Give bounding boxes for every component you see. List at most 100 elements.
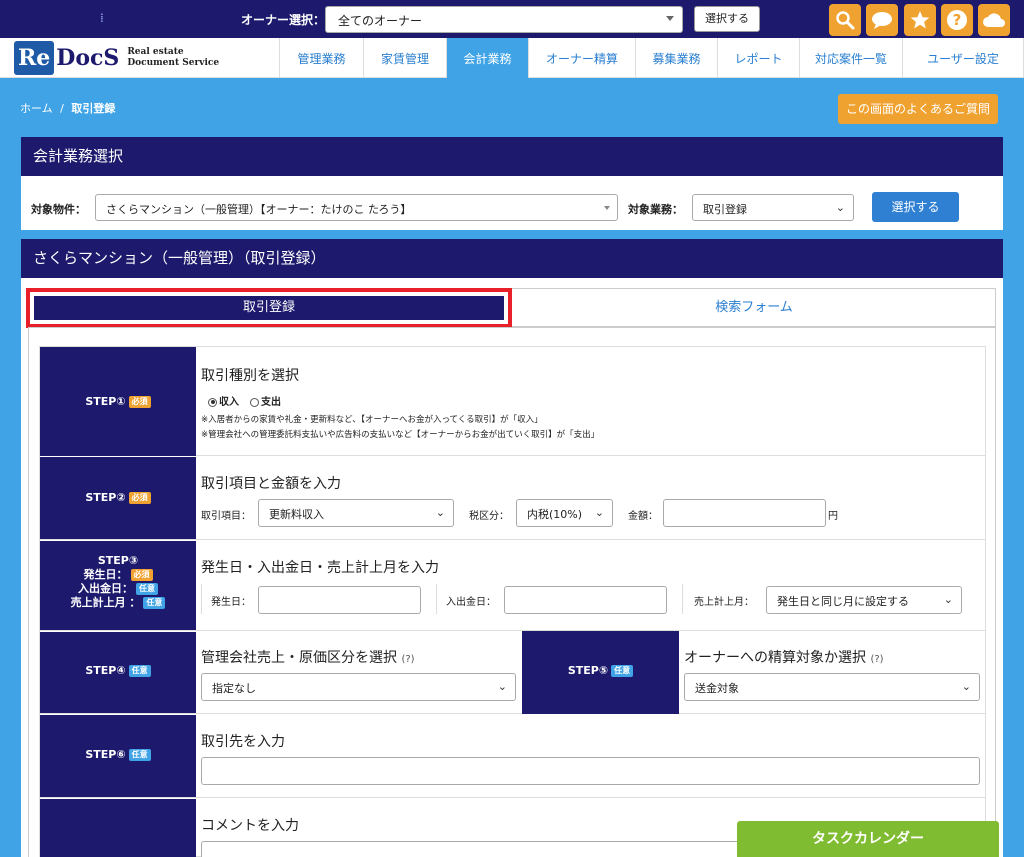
top-bar: ⁞ オーナー選択： 全てのオーナー 選択する ? <box>0 0 1024 38</box>
owner-select-button[interactable]: 選択する <box>694 6 760 32</box>
settlement-target-select[interactable]: 送金対象 ⌄ <box>684 673 980 701</box>
nav-item-report[interactable]: レポート <box>717 38 799 78</box>
item-select[interactable]: 更新料収入 ⌄ <box>258 499 454 527</box>
step4-help-hint[interactable]: (?) <box>401 654 414 665</box>
nav-item-management[interactable]: 管理業務 <box>279 38 363 78</box>
logo-sub-line1: Real estate <box>127 47 184 57</box>
step6-label: STEP⑥ 任意 <box>40 715 196 797</box>
radio-expense-dot[interactable] <box>250 397 259 407</box>
chevron-down-icon: ⌄ <box>943 593 953 606</box>
caret-down-icon <box>666 16 674 21</box>
cost-type-select[interactable]: 指定なし ⌄ <box>201 673 516 701</box>
top-bar-mark: ⁞ <box>100 11 104 25</box>
cloud-icon[interactable] <box>978 4 1010 36</box>
step5-label: STEP⑤ 任意 <box>522 631 679 714</box>
step2-title: 取引項目と金額を入力 <box>201 476 341 492</box>
required-badge: 必須 <box>128 492 151 504</box>
step5-help-hint[interactable]: (?) <box>870 654 883 665</box>
owner-select[interactable]: 全てのオーナー <box>325 6 683 33</box>
chevron-down-icon: ⌄ <box>594 506 604 519</box>
chevron-down-icon: ⌄ <box>497 680 507 693</box>
step6-label-text: STEP⑥ <box>85 748 126 761</box>
nav-item-cases[interactable]: 対応案件一覧 <box>799 38 902 78</box>
step3-sep <box>436 584 437 614</box>
date-input[interactable] <box>258 586 421 614</box>
step4-label: STEP④ 任意 <box>40 632 196 713</box>
task-label: 対象業務： <box>628 203 683 216</box>
tab-register-label: 取引登録 <box>34 296 504 320</box>
caret-down-icon <box>604 206 610 210</box>
task-calendar-button[interactable]: タスクカレンダー <box>737 821 999 857</box>
logo-re: Re <box>14 41 55 75</box>
chevron-down-icon: ⌄ <box>961 680 971 693</box>
breadcrumb-sep: / <box>60 102 64 115</box>
breadcrumb-home[interactable]: ホーム <box>20 102 53 115</box>
tax-label: 税区分： <box>469 511 509 522</box>
nav-bar: Re DocS Real estate Document Service 管理業… <box>0 38 1024 78</box>
item-select-value: 更新料収入 <box>269 508 324 521</box>
owner-select-value: 全てのオーナー <box>338 14 423 28</box>
step4-label-text: STEP④ <box>85 664 126 677</box>
step7-title: コメントを入力 <box>201 818 299 834</box>
tab-register[interactable]: 取引登録 <box>26 288 512 328</box>
nav-item-user-settings[interactable]: ユーザー設定 <box>902 38 1024 78</box>
optional-badge: 任意 <box>128 749 151 761</box>
step1-note-income: ※入居者からの家賃や礼金・更新料など、【オーナーへお金が入ってくる取引】が「収入… <box>201 415 543 425</box>
tax-select-value: 内税(10%) <box>527 508 583 521</box>
chat-icon[interactable] <box>866 4 898 36</box>
nav-item-rent[interactable]: 家賃管理 <box>363 38 446 78</box>
amount-unit: 円 <box>828 511 838 522</box>
amount-input[interactable] <box>663 499 826 527</box>
search-icon[interactable] <box>829 4 861 36</box>
step1-label: STEP① 必須 <box>40 347 196 456</box>
main-nav: 管理業務 家賃管理 会計業務 オーナー精算 募集業務 レポート 対応案件一覧 ユ… <box>279 38 1024 78</box>
tab-search-form[interactable]: 検索フォーム <box>512 289 996 327</box>
step1-title: 取引種別を選択 <box>201 368 299 384</box>
star-icon[interactable] <box>904 4 936 36</box>
radio-income-label: 収入 <box>219 397 239 408</box>
month-select-value: 発生日と同じ月に設定する <box>777 595 909 608</box>
amount-label: 金額： <box>628 511 658 522</box>
optional-badge: 任意 <box>611 665 634 677</box>
settlement-target-select-value: 送金対象 <box>695 682 739 695</box>
logo-subtitle: Real estate Document Service <box>127 47 219 69</box>
radio-expense[interactable]: 支出 <box>250 393 281 408</box>
tax-select[interactable]: 内税(10%) ⌄ <box>516 499 613 527</box>
date-label: 発生日： <box>211 597 251 608</box>
step2-label: STEP② 必須 <box>40 457 196 539</box>
step3-sub-date: 発生日： <box>83 568 128 581</box>
optional-badge: 任意 <box>143 597 166 609</box>
property-select[interactable]: さくらマンション（一般管理）【オーナー：たけのこ たろう】 <box>95 194 618 221</box>
step1-note-expense: ※管理会社への管理委託料支払いや広告料の支払いなど【オーナーからお金が出ていく取… <box>201 430 600 440</box>
partner-input[interactable] <box>201 757 980 785</box>
nav-item-owner-settlement[interactable]: オーナー精算 <box>528 38 635 78</box>
faq-button[interactable]: この画面のよくあるご質問 <box>838 94 998 124</box>
chevron-down-icon: ⌄ <box>835 201 845 214</box>
owner-select-label: オーナー選択： <box>241 13 326 27</box>
month-select[interactable]: 発生日と同じ月に設定する ⌄ <box>766 586 962 614</box>
property-label: 対象物件： <box>31 203 86 216</box>
step3-label-text: STEP③ <box>97 554 139 567</box>
step3-sub-inout: 入出金日： <box>78 582 133 595</box>
radio-income[interactable]: 収入 <box>208 393 239 408</box>
panel-accounting-select-title: 会計業務選択 <box>21 137 1003 176</box>
nav-item-recruitment[interactable]: 募集業務 <box>635 38 717 78</box>
logo-sub-line2: Document Service <box>127 58 220 68</box>
required-badge: 必須 <box>128 396 151 408</box>
radio-income-dot[interactable] <box>208 397 217 407</box>
task-select[interactable]: 取引登録 ⌄ <box>692 194 854 221</box>
task-select-button[interactable]: 選択する <box>872 192 959 222</box>
item-label: 取引項目： <box>201 511 251 522</box>
inout-date-input[interactable] <box>504 586 667 614</box>
step6-title: 取引先を入力 <box>201 734 285 750</box>
optional-badge: 任意 <box>136 583 158 595</box>
step5-title-text: オーナーへの精算対象か選択 <box>684 650 866 666</box>
tab-divider <box>28 327 996 328</box>
step7-label <box>40 799 196 857</box>
step4-title-text: 管理会社売上・原価区分を選択 <box>201 650 397 666</box>
step5-title: オーナーへの精算対象か選択 (?) <box>684 647 884 667</box>
help-icon[interactable]: ? <box>941 4 973 36</box>
nav-item-accounting[interactable]: 会計業務 <box>446 38 528 78</box>
redocs-logo[interactable]: Re DocS Real estate Document Service <box>14 41 219 75</box>
help-icon-glyph: ? <box>953 11 962 29</box>
